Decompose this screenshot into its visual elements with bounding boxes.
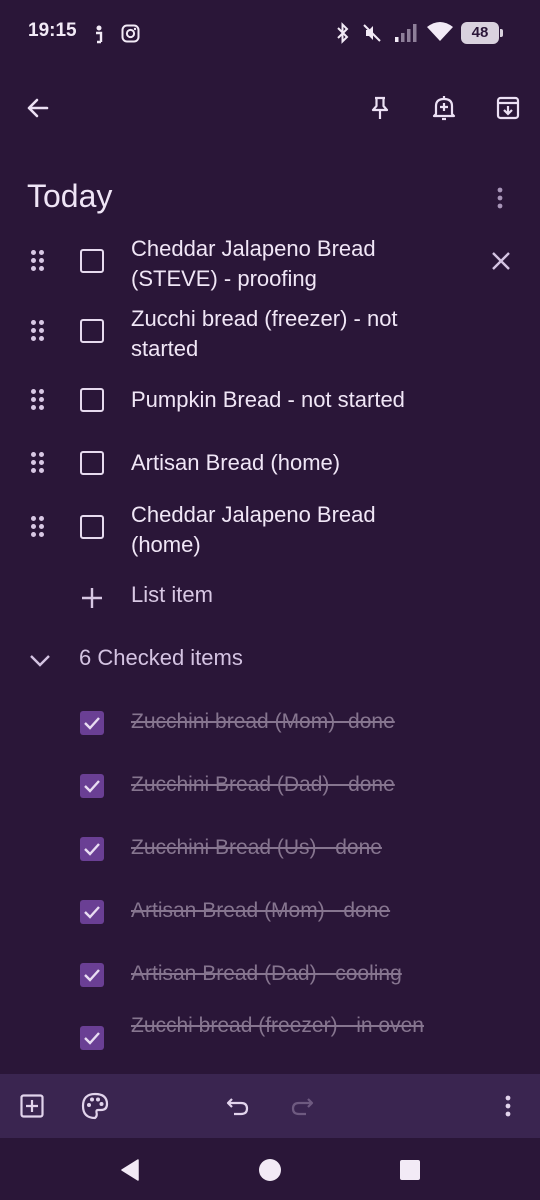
- undo-icon: [226, 1098, 249, 1116]
- collapse-checked-button[interactable]: [24, 647, 56, 675]
- checked-checkbox[interactable]: [80, 1026, 104, 1050]
- back-button[interactable]: [18, 88, 58, 128]
- checked-item-text[interactable]: Zucchini Bread (Us) - done: [131, 833, 451, 863]
- plus-icon: [82, 588, 102, 608]
- redo-button: [284, 1088, 320, 1124]
- checked-checkbox[interactable]: [80, 837, 104, 861]
- add-reminder-icon: [432, 96, 456, 121]
- archive-button[interactable]: [488, 88, 528, 128]
- nav-home-button[interactable]: [252, 1152, 288, 1188]
- list-item-text[interactable]: Pumpkin Bread - not started: [131, 385, 441, 415]
- chevron-down-icon: [30, 655, 50, 667]
- drag-handle-icon[interactable]: [31, 389, 49, 411]
- instagram-icon: [121, 24, 140, 43]
- archive-icon: [496, 96, 520, 120]
- nav-home-icon: [259, 1159, 281, 1181]
- list-item-text[interactable]: Zucchi bread (freezer) - not started: [131, 304, 441, 364]
- list-item-text[interactable]: Cheddar Jalapeno Bread (home): [131, 500, 441, 560]
- drag-handle-icon[interactable]: [31, 452, 49, 474]
- item-checkbox[interactable]: [80, 451, 104, 475]
- nav-back-button[interactable]: [112, 1152, 148, 1188]
- drag-handle-icon[interactable]: [31, 250, 49, 272]
- bluetooth-icon: [337, 22, 349, 44]
- checkmark-icon: [84, 843, 100, 856]
- info-notification-icon: [96, 25, 103, 44]
- checked-item-text[interactable]: Artisan Bread (Dad) - cooling: [131, 959, 451, 989]
- checkmark-icon: [84, 906, 100, 919]
- add-box-icon: [20, 1094, 44, 1118]
- more-vert-icon: [505, 1095, 511, 1117]
- drag-handle-icon[interactable]: [31, 516, 49, 538]
- checked-item-text[interactable]: Zucchini bread (Mom)- done: [131, 707, 451, 737]
- close-icon: [492, 252, 510, 270]
- add-list-item-label[interactable]: List item: [131, 582, 213, 608]
- reminder-button[interactable]: [424, 88, 464, 128]
- mute-icon: [363, 24, 381, 42]
- nav-recents-button[interactable]: [392, 1152, 428, 1188]
- checked-checkbox[interactable]: [80, 900, 104, 924]
- checkmark-icon: [84, 717, 100, 730]
- undo-button[interactable]: [220, 1088, 256, 1124]
- title-more-button[interactable]: [486, 180, 514, 216]
- add-content-button[interactable]: [14, 1088, 50, 1124]
- checked-checkbox[interactable]: [80, 711, 104, 735]
- item-checkbox[interactable]: [80, 388, 104, 412]
- palette-icon: [81, 1092, 109, 1120]
- nav-back-icon: [121, 1159, 139, 1181]
- delete-item-button[interactable]: [484, 244, 518, 278]
- checkmark-icon: [84, 969, 100, 982]
- pin-button[interactable]: [360, 88, 400, 128]
- item-checkbox[interactable]: [80, 319, 104, 343]
- list-item-text[interactable]: Artisan Bread (home): [131, 448, 441, 478]
- checked-item-text[interactable]: Zucchi bread (freezer) - in oven: [131, 1011, 431, 1041]
- more-vert-icon: [497, 187, 503, 209]
- checked-checkbox[interactable]: [80, 774, 104, 798]
- checkmark-icon: [84, 1032, 100, 1045]
- wifi-icon: [427, 22, 453, 41]
- drag-handle-icon[interactable]: [31, 320, 49, 342]
- checked-items-header[interactable]: 6 Checked items: [79, 645, 243, 671]
- checkmark-icon: [84, 780, 100, 793]
- checked-item-text[interactable]: Zucchini Bread (Dad) - done: [131, 770, 451, 800]
- battery-indicator: 48: [461, 22, 503, 44]
- item-checkbox[interactable]: [80, 515, 104, 539]
- bottom-more-button[interactable]: [494, 1088, 522, 1124]
- redo-icon: [291, 1098, 314, 1116]
- background-options-button[interactable]: [77, 1088, 113, 1124]
- checked-item-text[interactable]: Artisan Bread (Mom) - done: [131, 896, 451, 926]
- status-time: 19:15: [28, 20, 77, 41]
- note-title[interactable]: Today: [27, 178, 112, 215]
- nav-recents-icon: [400, 1160, 420, 1180]
- add-list-item-button[interactable]: [78, 584, 106, 612]
- pin-icon: [371, 96, 389, 119]
- checked-checkbox[interactable]: [80, 963, 104, 987]
- back-arrow-icon: [27, 98, 49, 118]
- signal-icon: [395, 24, 417, 42]
- list-item-text[interactable]: Cheddar Jalapeno Bread (STEVE) - proofin…: [131, 234, 441, 294]
- item-checkbox[interactable]: [80, 249, 104, 273]
